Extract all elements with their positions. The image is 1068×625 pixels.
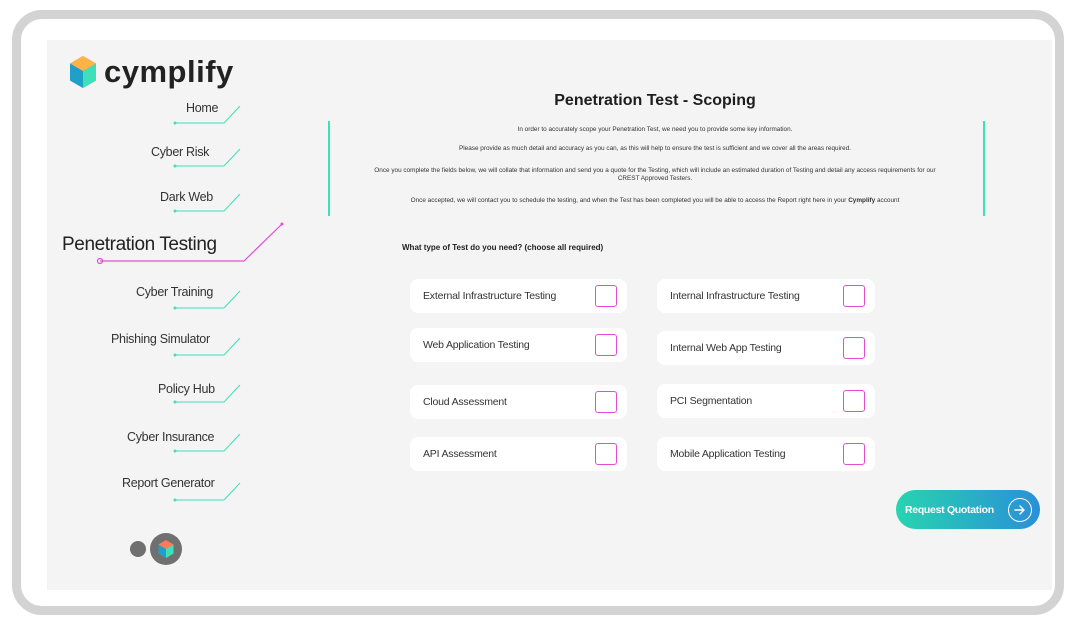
option-cloud-assessment[interactable]: Cloud Assessment bbox=[410, 385, 627, 419]
option-checkbox[interactable] bbox=[595, 334, 617, 356]
option-web-application[interactable]: Web Application Testing bbox=[410, 328, 627, 362]
option-label: PCI Segmentation bbox=[670, 395, 753, 407]
sidebar-underline bbox=[173, 290, 241, 310]
accent-bar-left bbox=[328, 121, 330, 216]
intro-line-4: Once accepted, we will contact you to sc… bbox=[340, 197, 970, 205]
option-checkbox[interactable] bbox=[843, 390, 865, 412]
intro-line-4-end: account bbox=[876, 197, 900, 204]
option-checkbox[interactable] bbox=[843, 337, 865, 359]
option-pci-segmentation[interactable]: PCI Segmentation bbox=[657, 384, 875, 418]
arrow-right-icon bbox=[1008, 497, 1032, 522]
sidebar-underline bbox=[173, 193, 241, 213]
option-label: Internal Infrastructure Testing bbox=[670, 290, 800, 302]
toggle-dot-icon bbox=[130, 541, 146, 557]
option-internal-web-app[interactable]: Internal Web App Testing bbox=[657, 331, 875, 365]
page-title: Penetration Test - Scoping bbox=[554, 92, 756, 109]
intro-brand-name: Cymplify bbox=[848, 197, 876, 204]
intro-line-3: Once you complete the fields below, we w… bbox=[374, 167, 936, 182]
option-checkbox[interactable] bbox=[595, 285, 617, 307]
request-quotation-label: Request Quotation bbox=[905, 503, 994, 516]
option-label: Cloud Assessment bbox=[423, 396, 507, 408]
option-checkbox[interactable] bbox=[843, 443, 865, 465]
sidebar-underline bbox=[173, 482, 241, 502]
brand-logo[interactable]: cymplify bbox=[68, 54, 234, 90]
sidebar-underline bbox=[173, 148, 241, 168]
option-label: Web Application Testing bbox=[423, 339, 530, 351]
option-internal-infrastructure[interactable]: Internal Infrastructure Testing bbox=[657, 279, 875, 313]
option-label: Mobile Application Testing bbox=[670, 448, 786, 460]
test-type-question: What type of Test do you need? (choose a… bbox=[402, 243, 604, 252]
sidebar-underline bbox=[173, 105, 241, 125]
sidebar-underline bbox=[173, 433, 241, 453]
intro-line-1: In order to accurately scope your Penetr… bbox=[517, 126, 793, 133]
option-mobile-application[interactable]: Mobile Application Testing bbox=[657, 437, 875, 471]
option-external-infrastructure[interactable]: External Infrastructure Testing bbox=[410, 279, 627, 313]
request-quotation-button[interactable]: Request Quotation bbox=[896, 490, 1040, 529]
option-api-assessment[interactable]: API Assessment bbox=[410, 437, 627, 471]
brand-name: cymplify bbox=[104, 54, 234, 89]
option-checkbox[interactable] bbox=[595, 443, 617, 465]
intro-line-4-text: Once accepted, we will contact you to sc… bbox=[410, 197, 847, 204]
sidebar-active-underline bbox=[96, 222, 284, 265]
sidebar-underline bbox=[173, 337, 241, 357]
option-checkbox[interactable] bbox=[843, 285, 865, 307]
option-label: External Infrastructure Testing bbox=[423, 290, 557, 302]
sidebar-underline bbox=[173, 384, 241, 404]
intro-line-2: Please provide as much detail and accura… bbox=[458, 145, 852, 152]
option-label: Internal Web App Testing bbox=[670, 342, 782, 354]
accent-bar-right bbox=[983, 121, 985, 216]
option-label: API Assessment bbox=[423, 448, 497, 460]
cymplify-logo-icon bbox=[70, 56, 96, 88]
theme-toggle[interactable] bbox=[128, 532, 188, 568]
option-checkbox[interactable] bbox=[595, 391, 617, 413]
